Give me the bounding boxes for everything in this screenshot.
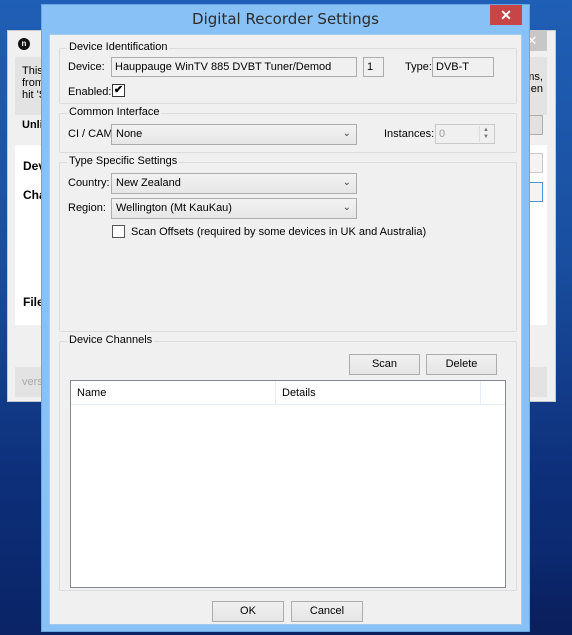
cicam-dropdown[interactable]: None ⌄: [111, 124, 357, 145]
dialog-title: Digital Recorder Settings: [192, 10, 379, 28]
device-type-field[interactable]: DVB-T: [432, 57, 494, 77]
instances-label: Instances:: [384, 128, 435, 140]
instances-value: 0: [439, 128, 446, 140]
scan-offsets-checkbox[interactable]: [112, 225, 125, 238]
ok-button[interactable]: OK: [212, 601, 284, 622]
country-selected-value: New Zealand: [116, 177, 181, 189]
spinner-buttons[interactable]: ▲ ▼: [479, 126, 493, 142]
spin-down-icon[interactable]: ▼: [483, 134, 489, 140]
spin-up-icon[interactable]: ▲: [483, 127, 489, 133]
cancel-button[interactable]: Cancel: [291, 601, 363, 622]
type-label: Type:: [405, 61, 432, 73]
region-dropdown[interactable]: Wellington (Mt KauKau) ⌄: [111, 198, 357, 219]
group-title: Device Identification: [67, 41, 170, 53]
cicam-label: CI / CAM:: [68, 128, 116, 140]
chevron-down-icon: ⌄: [342, 202, 351, 213]
listview-header: Name Details: [71, 381, 505, 405]
app-logo-icon: n: [18, 38, 30, 50]
device-name-field[interactable]: Hauppauge WinTV 885 DVBT Tuner/Demod: [111, 57, 357, 77]
scan-offsets-label[interactable]: Scan Offsets (required by some devices i…: [131, 226, 426, 238]
device-identification-group: Device Identification Device: Hauppauge …: [59, 41, 517, 104]
region-selected-value: Wellington (Mt KauKau): [116, 202, 232, 214]
chevron-down-icon: ⌄: [342, 128, 351, 139]
dialog-close-button[interactable]: ✕: [490, 5, 522, 25]
device-channels-group: Device Channels Scan Delete Name Details: [59, 334, 517, 591]
device-index-field[interactable]: 1: [363, 57, 384, 77]
region-label: Region:: [68, 202, 106, 214]
column-header-name[interactable]: Name: [71, 381, 276, 405]
enabled-label: Enabled:: [68, 86, 112, 98]
delete-button[interactable]: Delete: [426, 354, 497, 375]
enabled-checkbox[interactable]: ✔: [112, 84, 125, 97]
group-title: Device Channels: [67, 334, 155, 346]
type-specific-settings-group: Type Specific Settings Country: New Zeal…: [59, 155, 517, 332]
instances-spinner[interactable]: 0 ▲ ▼: [435, 124, 495, 144]
channels-listview[interactable]: Name Details: [70, 380, 506, 588]
cicam-selected-value: None: [116, 128, 143, 140]
country-label: Country:: [68, 177, 110, 189]
group-title: Common Interface: [67, 106, 162, 118]
digital-recorder-settings-dialog[interactable]: Digital Recorder Settings ✕ Device Ident…: [41, 4, 530, 632]
chevron-down-icon: ⌄: [342, 177, 351, 188]
common-interface-group: Common Interface CI / CAM: None ⌄ Instan…: [59, 106, 517, 153]
dialog-client-area: Device Identification Device: Hauppauge …: [49, 34, 522, 625]
device-label: Device:: [68, 61, 105, 73]
scan-button[interactable]: Scan: [349, 354, 420, 375]
column-header-details[interactable]: Details: [276, 381, 481, 405]
group-title: Type Specific Settings: [67, 155, 180, 167]
country-dropdown[interactable]: New Zealand ⌄: [111, 173, 357, 194]
